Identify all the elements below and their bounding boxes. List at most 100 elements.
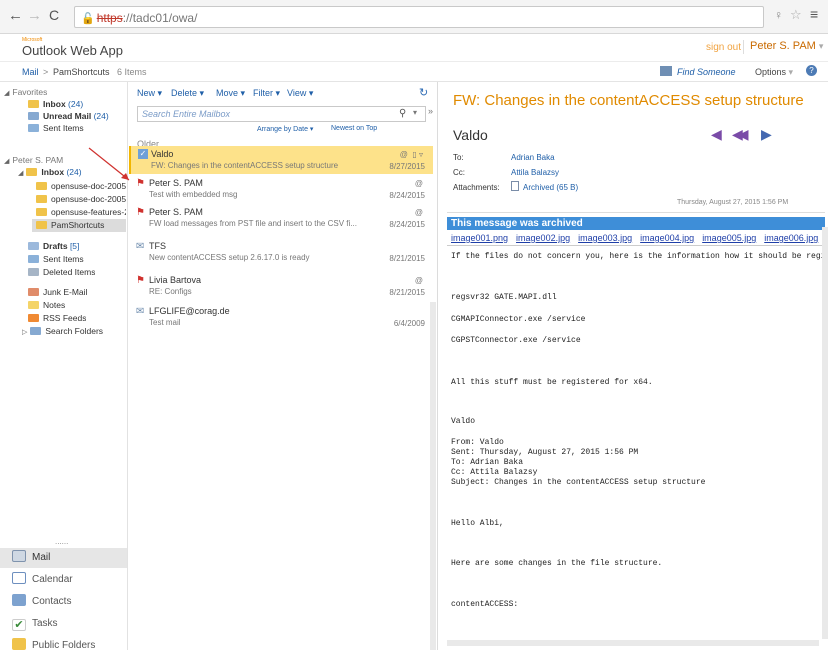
message-date: 8/21/2015	[389, 254, 425, 263]
refresh-icon[interactable]: ↻	[419, 86, 428, 99]
body-horizontal-scrollbar[interactable]	[447, 640, 819, 646]
reply-icon[interactable]: ◀	[711, 126, 722, 143]
rss-feeds-folder[interactable]: RSS Feeds	[28, 312, 86, 324]
image-link[interactable]: image003.jpg	[578, 233, 632, 243]
image-link[interactable]: image005.jpg	[702, 233, 756, 243]
junk-icon	[28, 288, 39, 296]
reading-pane: FW: Changes in the contentACCESS setup s…	[439, 82, 828, 650]
calendar-icon	[12, 572, 26, 584]
folder-pamshortcuts[interactable]: PamShortcuts	[32, 219, 126, 232]
body-text: contentACCESS:	[451, 600, 519, 609]
to-recipient[interactable]: Adrian Baka	[511, 153, 555, 162]
help-icon[interactable]: ?	[806, 65, 817, 76]
deleted-items-folder[interactable]: Deleted Items	[28, 266, 95, 278]
search-input[interactable]: Search Entire Mailbox	[137, 106, 426, 122]
message-row[interactable]: ⚑ Peter S. PAM FW load messages from PST…	[129, 204, 433, 232]
message-row-selected[interactable]: ✓ Valdo FW: Changes in the contentACCESS…	[129, 146, 433, 174]
nav-mail[interactable]: Mail	[12, 548, 50, 568]
forward-icon[interactable]: ▶	[761, 126, 772, 143]
attachment-link[interactable]: Archived (65 B)	[523, 183, 578, 192]
message-row[interactable]: ⚑ Livia Bartova RE: Configs @ 8/21/2015	[129, 272, 433, 300]
search-folder-icon	[28, 112, 39, 120]
body-text: If the files do not concern you, here is…	[451, 252, 826, 261]
body-text: Here are some changes in the file struct…	[451, 559, 663, 568]
bookmark-star-icon[interactable]: ☆	[790, 7, 802, 23]
notes-folder[interactable]: Notes	[28, 299, 65, 311]
folder-icon	[36, 182, 47, 190]
rss-icon	[28, 314, 39, 322]
message-row[interactable]: ⚑ Peter S. PAM Test with embedded msg @ …	[129, 175, 433, 203]
nav-tasks[interactable]: ✔ Tasks	[12, 614, 58, 634]
arrange-by-button[interactable]: Arrange by Date ▾	[257, 125, 313, 133]
inbox-folder[interactable]: ◢ Inbox (24)	[18, 166, 82, 178]
junk-email-folder[interactable]: Junk E-Mail	[28, 286, 87, 298]
body-text: To: Adrian Baka	[451, 458, 524, 467]
sort-order-button[interactable]: Newest on Top	[331, 125, 377, 132]
sign-out-link[interactable]: sign out	[706, 42, 741, 53]
nav-public-folders[interactable]: Public Folders	[12, 636, 95, 650]
view-button[interactable]: View ▾	[287, 88, 313, 99]
folder-opensuse-doc-1[interactable]: opensuse-doc-2005-1	[36, 193, 126, 205]
expand-search-icon[interactable]: »	[428, 106, 433, 116]
message-sender: TFS	[149, 241, 166, 251]
message-title: FW: Changes in the contentACCESS setup s…	[453, 92, 804, 109]
inbox-icon	[28, 100, 39, 108]
fav-unread-mail[interactable]: Unread Mail (24)	[28, 110, 109, 122]
reload-icon[interactable]: C	[49, 7, 59, 23]
back-icon[interactable]: ←	[8, 7, 23, 24]
sent-items-folder[interactable]: Sent Items	[28, 253, 84, 265]
drafts-folder[interactable]: Drafts [5]	[28, 240, 79, 252]
message-sender: LFGLIFE@corag.de	[149, 306, 230, 316]
cc-recipient[interactable]: Attila Balazsy	[511, 168, 559, 177]
attachment-file-icon	[511, 181, 519, 191]
nav-calendar[interactable]: Calendar	[12, 570, 73, 590]
address-bar[interactable]: 🔓 https://tadc01/owa/	[74, 6, 764, 28]
flag-icon: ⚑	[136, 207, 145, 218]
reply-all-icon[interactable]: ◀◀	[732, 126, 748, 143]
options-menu[interactable]: Options ▾	[755, 67, 793, 78]
folder-icon	[36, 208, 47, 216]
tasks-icon: ✔	[12, 619, 26, 631]
search-folders[interactable]: ▷ Search Folders	[22, 325, 103, 337]
cc-label: Cc:	[453, 168, 465, 177]
menu-icon[interactable]: ≡	[810, 6, 818, 22]
body-text: CGPSTConnector.exe /service	[451, 336, 581, 345]
fav-sent-items[interactable]: Sent Items	[28, 122, 84, 134]
pane-resize-grip[interactable]: ......	[55, 537, 68, 546]
body-vertical-scrollbar[interactable]	[822, 227, 828, 639]
account-header[interactable]: ◢ Peter S. PAM	[4, 154, 63, 166]
message-subject: New contentACCESS setup 2.6.17.0 is read…	[149, 253, 310, 262]
nav-contacts[interactable]: Contacts	[12, 592, 71, 612]
breadcrumb-mail[interactable]: Mail	[22, 67, 39, 77]
new-button[interactable]: New ▾	[137, 88, 162, 99]
envelope-icon: ✉	[136, 241, 145, 252]
message-row[interactable]: ✉ TFS New contentACCESS setup 2.6.17.0 i…	[129, 238, 433, 266]
favorites-header[interactable]: ◢ Favorites	[4, 86, 47, 98]
filter-button[interactable]: Filter ▾	[253, 88, 280, 99]
search-icon[interactable]: ⚲	[399, 108, 406, 119]
body-text: Subject: Changes in the contentACCESS se…	[451, 478, 706, 487]
delete-button[interactable]: Delete ▾	[171, 88, 204, 99]
owa-header: Microsoft Outlook Web App sign out Peter…	[0, 34, 828, 62]
sent-items-icon	[28, 124, 39, 132]
folder-opensuse-features[interactable]: opensuse-features-20	[36, 206, 126, 218]
message-row[interactable]: ✉ LFGLIFE@corag.de Test mail 6/4/2009	[129, 303, 433, 331]
search-options-icon[interactable]: ▾	[413, 108, 417, 117]
image-link[interactable]: image006.jpg	[764, 233, 818, 243]
list-scrollbar[interactable]	[430, 302, 436, 650]
breadcrumb: Mail > PamShortcuts 6 Items Find Someone…	[0, 62, 828, 82]
fav-inbox[interactable]: Inbox (24)	[28, 98, 83, 110]
find-someone-link[interactable]: Find Someone	[677, 67, 736, 77]
body-text: Hello Albi,	[451, 519, 504, 528]
image-link[interactable]: image001.png	[451, 233, 508, 243]
key-icon[interactable]: ♀	[774, 8, 783, 22]
body-text: CGMAPIConnector.exe /service	[451, 315, 586, 324]
image-link[interactable]: image002.jpg	[516, 233, 570, 243]
user-menu[interactable]: Peter S. PAM ▾	[750, 40, 823, 52]
to-label: To:	[453, 153, 464, 162]
forward-icon[interactable]: →	[27, 7, 42, 24]
image-link[interactable]: image004.jpg	[640, 233, 694, 243]
move-button[interactable]: Move ▾	[216, 88, 245, 99]
message-subject: RE: Configs	[149, 287, 192, 296]
address-book-icon[interactable]	[660, 66, 672, 76]
